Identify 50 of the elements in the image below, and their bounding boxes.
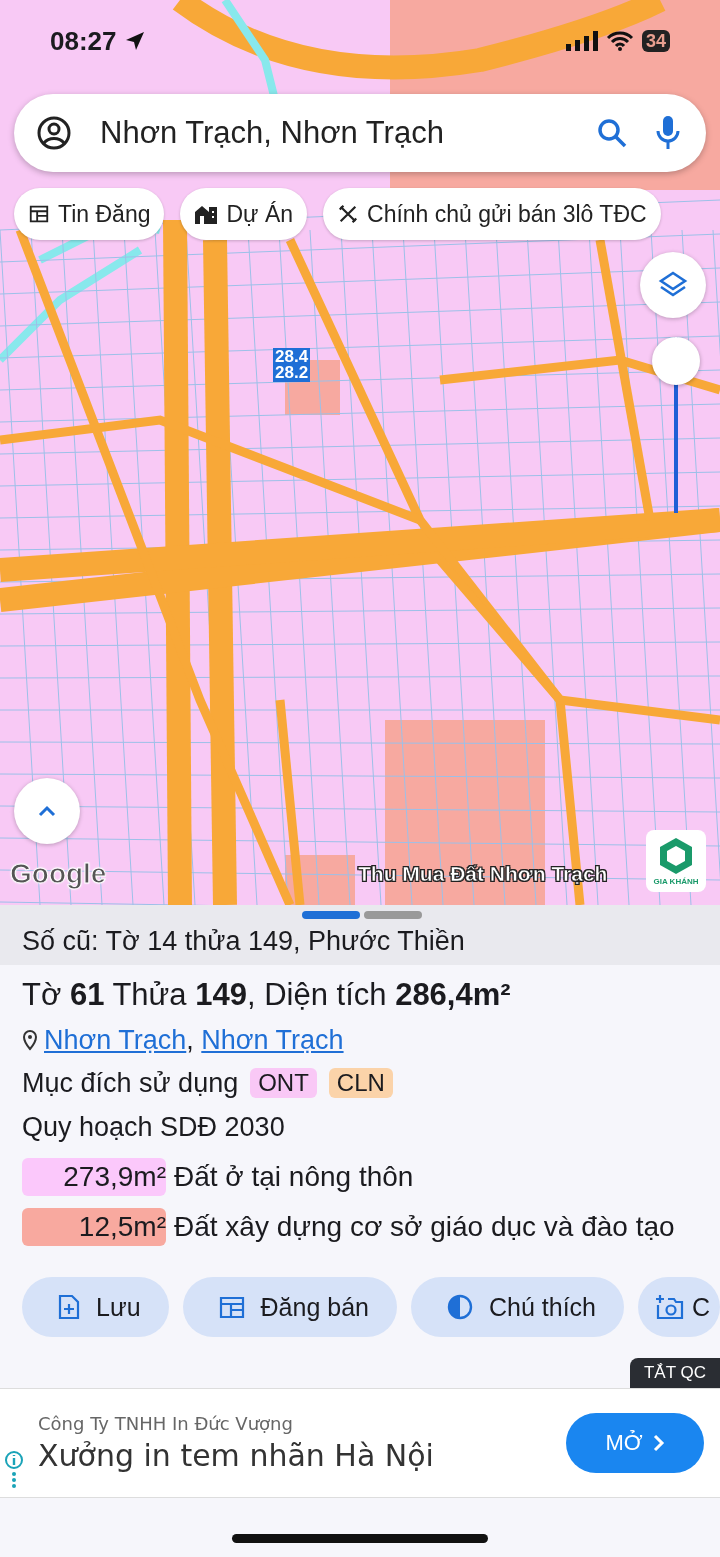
address-link[interactable]: Nhơn Trạch <box>44 1025 187 1055</box>
tools-icon <box>337 203 359 225</box>
signal-icon <box>565 31 598 51</box>
action-button[interactable]: Lưu <box>22 1277 169 1337</box>
land-use-tag: ONT <box>250 1068 317 1098</box>
contrast-icon <box>447 1294 473 1320</box>
action-button[interactable]: Chú thích <box>411 1277 624 1337</box>
chevron-up-icon <box>37 804 57 818</box>
area-tag: 273,9m² <box>22 1158 166 1196</box>
parcel-title: Tờ 61 Thửa 149, Diện tích 286,4m² <box>22 976 512 1014</box>
separator: , <box>186 1025 194 1055</box>
land-use-description: Đất xây dựng cơ sở giáo dục và đào tạo <box>174 1210 675 1244</box>
info-icon[interactable] <box>4 1450 24 1490</box>
buildings-icon <box>194 203 219 225</box>
microphone-icon[interactable] <box>656 115 680 151</box>
filter-chip[interactable]: Dự Án <box>180 188 307 240</box>
brand-logo: GIA KHÁNH <box>646 830 706 892</box>
map-attribution: Google <box>10 858 107 890</box>
land-use-description: Đất ở tại nông thôn <box>174 1160 414 1194</box>
action-button[interactable]: Đăng bán <box>182 1277 397 1337</box>
hide-ads-button[interactable]: TẮT QC <box>629 1358 720 1388</box>
zoom-slider[interactable] <box>652 337 700 513</box>
status-time: 08:27 <box>50 25 117 57</box>
plan-title: Quy hoạch SDĐ 2030 <box>22 1111 286 1144</box>
old-parcel-number: Số cũ: Tờ 14 thửa 149, Phước Thiền <box>22 926 465 957</box>
action-button[interactable]: C <box>638 1277 720 1337</box>
account-icon[interactable] <box>36 115 72 151</box>
land-use-tag: CLN <box>328 1068 393 1098</box>
filter-chip[interactable]: Tin Đăng <box>14 188 165 240</box>
area-tag: 12,5m² <box>22 1208 166 1246</box>
search-field[interactable]: Nhơn Trạch, Nhơn Trạch <box>14 94 706 172</box>
ad-banner[interactable]: Công Ty TNHH In Đức Vượng Xưởng in tem nhãn Hà Nội MỞ <box>0 1388 720 1498</box>
advertiser-name: Công Ty TNHH In Đức Vượng <box>38 1413 294 1434</box>
purpose-label: Mục đích sử dụng <box>22 1067 239 1100</box>
add-file-icon <box>58 1294 80 1320</box>
battery-level: 34 <box>641 30 670 52</box>
table-icon <box>28 203 50 225</box>
address-link[interactable]: Nhơn Trạch <box>201 1025 344 1055</box>
parcel-label: 28.4 28.2 <box>273 348 311 382</box>
wifi-icon <box>605 31 634 51</box>
location-pin-icon <box>22 1029 38 1051</box>
table-icon <box>218 1295 245 1319</box>
chevron-right-icon <box>652 1434 665 1452</box>
filter-chip[interactable]: Chính chủ gửi bán 3lô TĐC <box>323 188 661 240</box>
add-camera-icon <box>654 1293 684 1321</box>
open-button[interactable]: MỞ <box>566 1413 704 1473</box>
page-indicator[interactable] <box>302 911 360 919</box>
ad-headline: Xưởng in tem nhãn Hà Nội <box>38 1438 435 1473</box>
location-arrow-icon <box>124 31 145 51</box>
search-icon[interactable] <box>596 117 628 149</box>
